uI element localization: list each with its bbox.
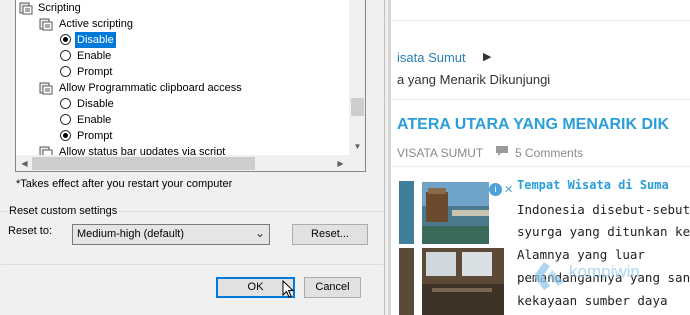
article-line: syurga yang ditunkan ke (517, 224, 690, 239)
post-comments[interactable]: 5 Comments (515, 146, 583, 160)
post-category[interactable]: VISATA SUMUT (397, 146, 483, 160)
security-settings-dialog: Scripting Active scripting Disable Enabl… (0, 0, 389, 315)
reset-level-value: Medium-high (default) (77, 228, 184, 240)
radio-button[interactable] (60, 130, 71, 141)
background-webpage: isata Sumut ▶ a yang Menarik Dikunjungi … (391, 0, 690, 315)
reset-button[interactable]: Reset... (292, 224, 368, 245)
radio-button[interactable] (60, 66, 71, 77)
ad-image[interactable] (399, 181, 414, 244)
chevron-down-icon: ⌄ (254, 226, 265, 240)
option-label: Disable (77, 98, 114, 110)
article-heading[interactable]: Tempat Wisata di Suma (517, 178, 669, 192)
tree-item-active-scripting[interactable]: Active scripting (16, 16, 349, 32)
option-clipboard-disable[interactable]: Disable (16, 96, 349, 112)
tree-item-label: Active scripting (59, 18, 133, 30)
option-active-scripting-prompt[interactable]: Prompt (16, 64, 349, 80)
scroll-down-arrow-icon[interactable]: ▼ (349, 138, 365, 155)
ad-image-lake[interactable] (422, 182, 489, 244)
mouse-cursor-icon (282, 280, 295, 298)
scroll-right-arrow-icon[interactable]: ▶ (332, 155, 349, 171)
scrollbar-corner (349, 155, 365, 171)
adchoices-icon[interactable]: i (489, 183, 502, 196)
breadcrumb-link[interactable]: isata Sumut (397, 50, 466, 65)
settings-tree[interactable]: Scripting Active scripting Disable Enabl… (15, 0, 366, 172)
reset-level-dropdown[interactable]: Medium-high (default) ⌄ (72, 224, 270, 245)
reset-group-title: Reset custom settings (8, 205, 119, 217)
dialog-border (384, 0, 385, 315)
cancel-button[interactable]: Cancel (304, 277, 361, 298)
restart-note: *Takes effect after you restart your com… (16, 178, 233, 190)
ad-close-icon[interactable]: ✕ (504, 183, 513, 196)
breadcrumb-current: a yang Menarik Dikunjungi (397, 72, 551, 87)
radio-button[interactable] (60, 114, 71, 125)
option-label: Enable (77, 114, 112, 126)
option-active-scripting-enable[interactable]: Enable (16, 48, 349, 64)
radio-button[interactable] (60, 98, 71, 109)
option-label: Prompt (77, 130, 113, 142)
article-line: Indonesia disebut-sebut sel (517, 202, 690, 217)
option-active-scripting-disable[interactable]: Disable (16, 32, 349, 48)
ad-image[interactable] (399, 248, 414, 315)
vertical-scrollbar[interactable]: ▼ (349, 0, 365, 155)
post-title[interactable]: ATERA UTARA YANG MENARIK DIK (397, 116, 669, 134)
reset-to-label: Reset to: (8, 225, 53, 237)
divider (391, 20, 690, 21)
radio-button[interactable] (60, 34, 71, 45)
breadcrumb-arrow-icon: ▶ (483, 51, 492, 63)
horizontal-scroll-thumb[interactable] (32, 157, 255, 170)
radio-button[interactable] (60, 50, 71, 61)
horizontal-scrollbar[interactable]: ◀ ▶ (16, 155, 349, 171)
option-label: Prompt (77, 66, 113, 78)
vertical-scroll-thumb[interactable] (351, 98, 364, 116)
comment-icon (496, 146, 508, 156)
divider (391, 166, 690, 167)
option-clipboard-enable[interactable]: Enable (16, 112, 349, 128)
divider (391, 99, 690, 100)
scroll-left-arrow-icon[interactable]: ◀ (16, 155, 33, 171)
tree-item-clipboard-access[interactable]: Allow Programmatic clipboard access (16, 80, 349, 96)
option-clipboard-prompt[interactable]: Prompt (16, 128, 349, 144)
option-label: Enable (77, 50, 112, 62)
tree-item-label: Scripting (38, 2, 81, 14)
settings-item-icon (39, 82, 53, 95)
tree-item-label: Allow Programmatic clipboard access (59, 82, 242, 94)
option-label: Disable (75, 32, 116, 48)
ad-image-hut[interactable] (422, 248, 504, 315)
watermark-text: kompiwin (569, 262, 640, 281)
settings-item-icon (39, 18, 53, 31)
settings-category-icon (19, 2, 33, 15)
tree-item-scripting[interactable]: Scripting (16, 0, 349, 16)
